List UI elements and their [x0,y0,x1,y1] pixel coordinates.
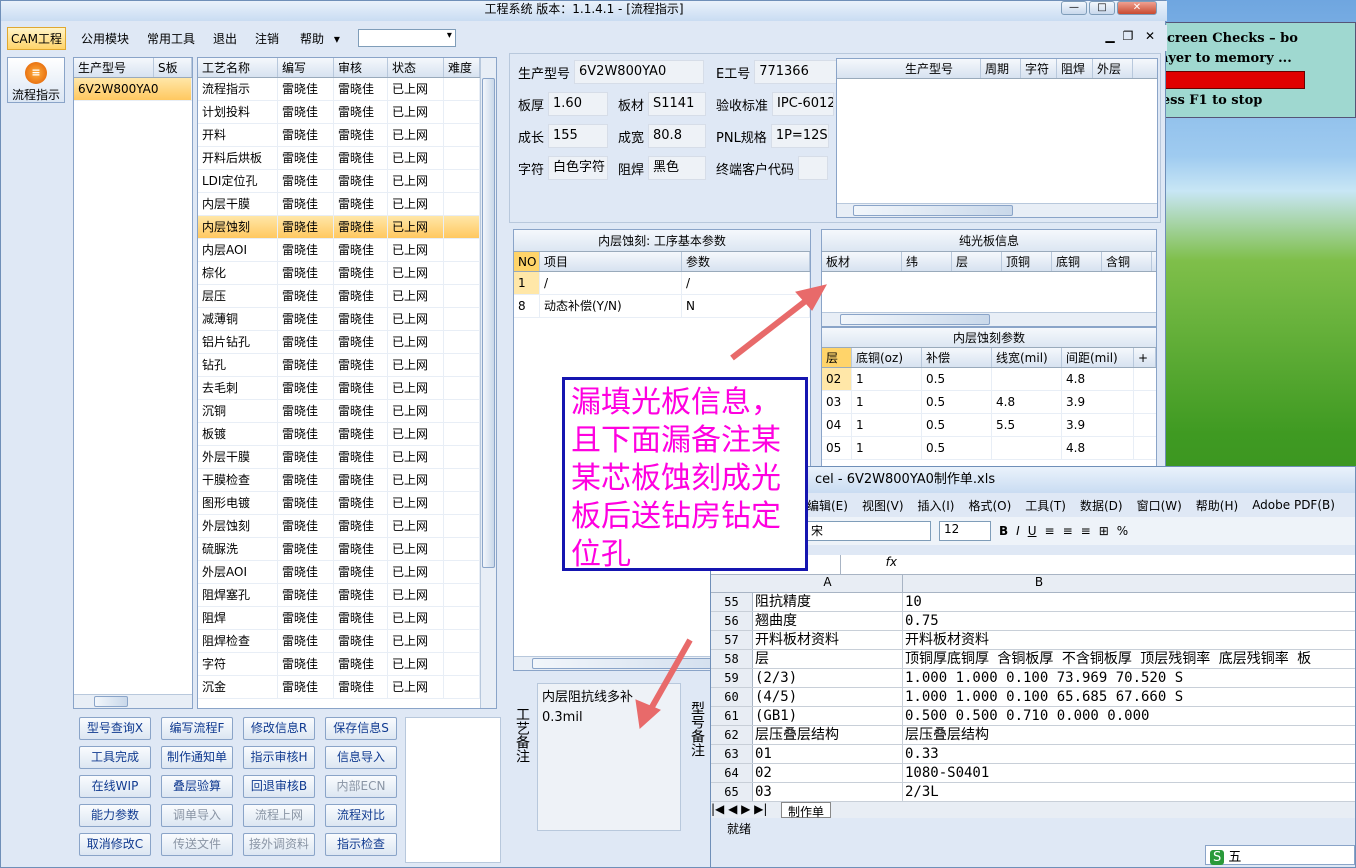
table-row[interactable]: 61 (GB1) 0.500 0.500 0.710 0.000 0.000 [711,707,1355,726]
table-row[interactable]: 64 02 1080-S0401 [711,764,1355,783]
cell-a[interactable]: 02 [753,764,903,782]
percent-icon[interactable]: % [1117,524,1128,538]
excel-menu-item[interactable]: 数据(D) [1080,497,1123,514]
cell-b[interactable]: 10 [903,593,1355,611]
col-b-header[interactable]: B [903,575,1355,592]
excel-menu-item[interactable]: 视图(V) [862,497,904,514]
align-left-icon[interactable]: ≡ [1045,524,1055,538]
cell-b[interactable]: 0.75 [903,612,1355,630]
excel-menu-item[interactable]: 编辑(E) [807,497,848,514]
cell-b[interactable]: 开料板材资料 [903,631,1355,649]
cell-b[interactable]: 层压叠层结构 [903,726,1355,744]
ime-bar[interactable]: S 五 [1205,845,1355,865]
cell-b[interactable]: 0.500 0.500 0.710 0.000 0.000 [903,707,1355,725]
font-size-box[interactable]: 12 [939,521,991,541]
arrow-1-shaft [730,293,814,361]
cell-a[interactable]: 层压叠层结构 [753,726,903,744]
row-number: 60 [711,688,753,706]
cell-a[interactable]: 翘曲度 [753,612,903,630]
cell-a[interactable]: 03 [753,783,903,801]
table-row[interactable]: 63 01 0.33 [711,745,1355,764]
row-number: 63 [711,745,753,763]
italic-button[interactable]: I [1016,524,1020,538]
arrow-2-shaft [645,638,693,716]
cell-b[interactable]: 1.000 1.000 0.100 65.685 67.660 S [903,688,1355,706]
row-number: 65 [711,783,753,801]
table-row[interactable]: 59 (2/3) 1.000 1.000 0.100 73.969 70.520 S [711,669,1355,688]
table-row[interactable]: 62 层压叠层结构 层压叠层结构 [711,726,1355,745]
excel-status-bar: 就绪 [727,822,752,836]
sheet-tab[interactable]: 制作单 [781,802,832,819]
excel-menu-item[interactable]: 帮助(H) [1196,497,1238,514]
table-row[interactable]: 65 03 2/3L [711,783,1355,802]
row-number: 55 [711,593,753,611]
excel-menu-item[interactable]: 工具(T) [1025,497,1066,514]
sheet-nav-icon[interactable]: |◀ ◀ ▶ ▶| [711,802,781,818]
row-number: 64 [711,764,753,782]
table-row[interactable]: 56 翘曲度 0.75 [711,612,1355,631]
cell-a[interactable]: 01 [753,745,903,763]
align-right-icon[interactable]: ≡ [1081,524,1091,538]
column-headers: AB [711,575,1355,593]
excel-menu-item[interactable]: 窗口(W) [1137,497,1182,514]
ime-logo-icon: S [1210,850,1225,865]
merge-icon[interactable]: ⊞ [1099,524,1109,538]
sheet-tabs: |◀ ◀ ▶ ▶| 制作单 [711,802,1355,819]
fx-icon[interactable]: fx [841,555,901,574]
excel-menu-item[interactable]: 插入(I) [918,497,955,514]
cell-b[interactable]: 0.33 [903,745,1355,763]
cell-a[interactable]: (4/5) [753,688,903,706]
row-number: 56 [711,612,753,630]
cell-b[interactable]: 1.000 1.000 0.100 73.969 70.520 S [903,669,1355,687]
ime-mode: 五 [1228,850,1242,865]
cell-a[interactable]: 阻抗精度 [753,593,903,611]
row-number: 58 [711,650,753,668]
excel-menu-item[interactable]: 格式(O) [968,497,1011,514]
table-row[interactable]: 55 阻抗精度 10 [711,593,1355,612]
table-row[interactable]: 60 (4/5) 1.000 1.000 0.100 65.685 67.660 S [711,688,1355,707]
cell-b[interactable]: 顶铜厚底铜厚 含铜板厚 不含铜板厚 顶层残铜率 底层残铜率 板 [903,650,1355,668]
font-name-box[interactable]: 宋 [807,521,931,541]
annotation-callout: 漏填光板信息，且下面漏备注某某芯板蚀刻成光板后送钻房钻定位孔 [562,377,808,572]
cell-a[interactable]: (GB1) [753,707,903,725]
table-row[interactable]: 57 开料板材资料 开料板材资料 [711,631,1355,650]
col-a-header[interactable]: A [753,575,903,592]
cell-a[interactable]: 开料板材资料 [753,631,903,649]
excel-menu-item[interactable]: Adobe PDF(B) [1252,498,1335,512]
align-center-icon[interactable]: ≡ [1063,524,1073,538]
row-number: 62 [711,726,753,744]
row-number: 59 [711,669,753,687]
underline-button[interactable]: U [1028,524,1037,538]
row-number: 61 [711,707,753,725]
cell-a[interactable]: (2/3) [753,669,903,687]
cell-b[interactable]: 1080-S0401 [903,764,1355,782]
cell-b[interactable]: 2/3L [903,783,1355,801]
row-number: 57 [711,631,753,649]
cell-a[interactable]: 层 [753,650,903,668]
table-row[interactable]: 58 层顶铜厚底铜厚 含铜板厚 不含铜板厚 顶层残铜率 底层残铜率 板 [711,650,1355,669]
bold-button[interactable]: B [999,524,1008,538]
